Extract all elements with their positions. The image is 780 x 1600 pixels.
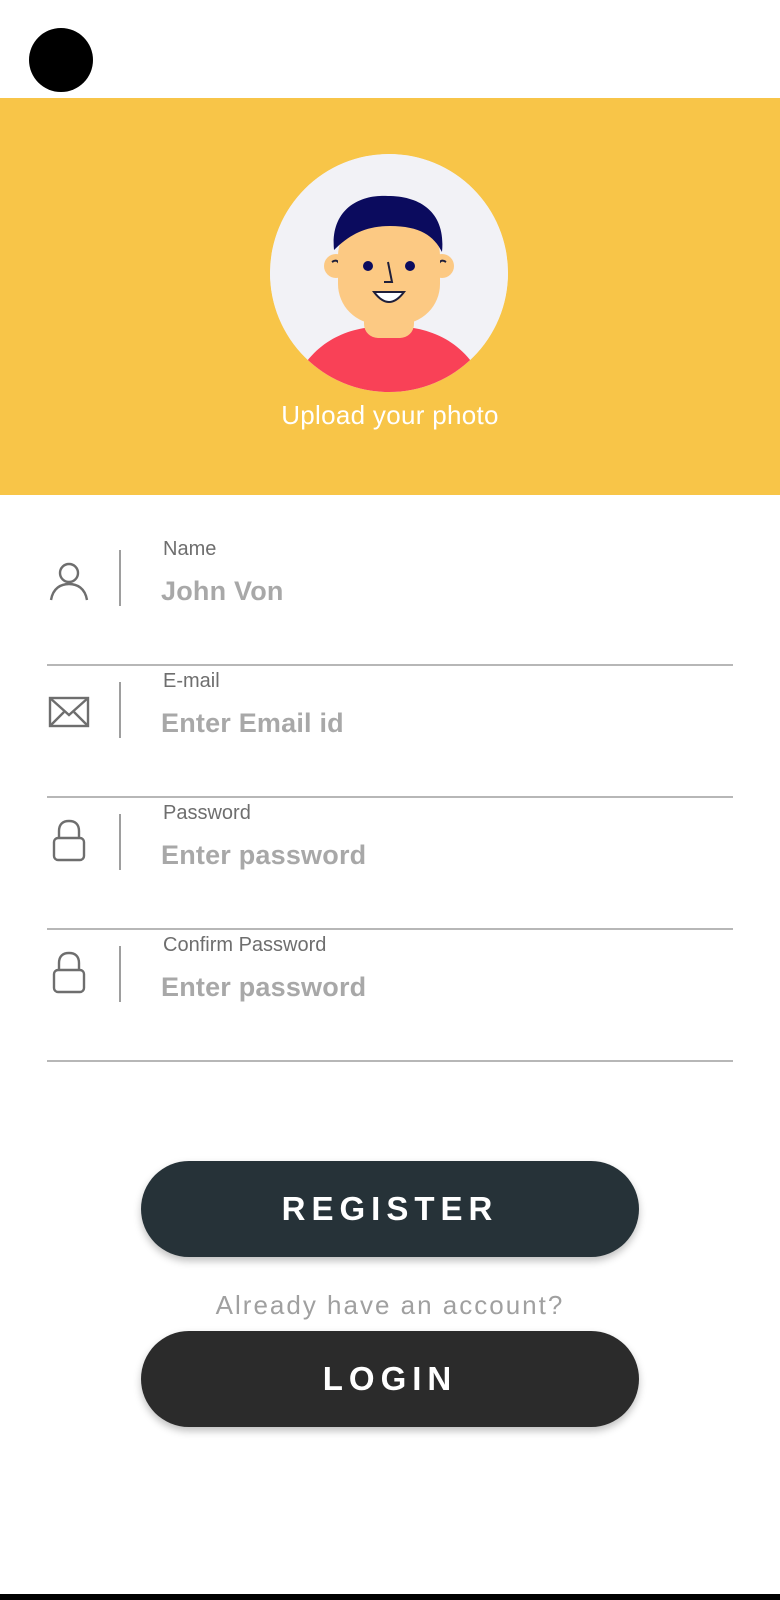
bottom-edge	[0, 1594, 780, 1600]
name-label: Name	[163, 538, 217, 560]
password-input[interactable]: Enter password	[161, 840, 366, 871]
field-divider	[119, 550, 121, 606]
upload-photo-label[interactable]: Upload your photo	[0, 400, 780, 431]
name-input[interactable]: John Von	[161, 576, 284, 607]
field-underline	[47, 928, 733, 930]
field-divider	[119, 682, 121, 738]
field-divider	[119, 946, 121, 1002]
lock-icon	[52, 819, 86, 862]
confirm-password-field[interactable]: Confirm Password Enter password	[47, 934, 733, 1062]
name-field[interactable]: Name John Von	[47, 538, 733, 666]
email-field[interactable]: E-mail Enter Email id	[47, 670, 733, 798]
already-have-account-text: Already have an account?	[215, 1290, 565, 1320]
email-label: E-mail	[163, 670, 220, 692]
confirm-password-label: Confirm Password	[163, 934, 327, 956]
mail-icon	[48, 696, 90, 728]
lock-icon	[52, 951, 86, 994]
field-divider	[119, 814, 121, 870]
field-underline	[47, 664, 733, 666]
email-input[interactable]: Enter Email id	[161, 708, 344, 739]
photo-header: Upload your photo	[0, 98, 780, 495]
field-underline	[47, 1060, 733, 1062]
field-underline	[47, 796, 733, 798]
login-button[interactable]: LOGIN	[141, 1331, 639, 1427]
password-field[interactable]: Password Enter password	[47, 802, 733, 930]
register-button[interactable]: REGISTER	[141, 1161, 639, 1257]
password-label: Password	[163, 802, 251, 824]
avatar-upload-button[interactable]	[270, 154, 508, 392]
confirm-password-input[interactable]: Enter password	[161, 972, 366, 1003]
person-icon	[49, 562, 89, 601]
avatar-illustration	[270, 154, 508, 392]
camera-cutout	[29, 28, 93, 92]
